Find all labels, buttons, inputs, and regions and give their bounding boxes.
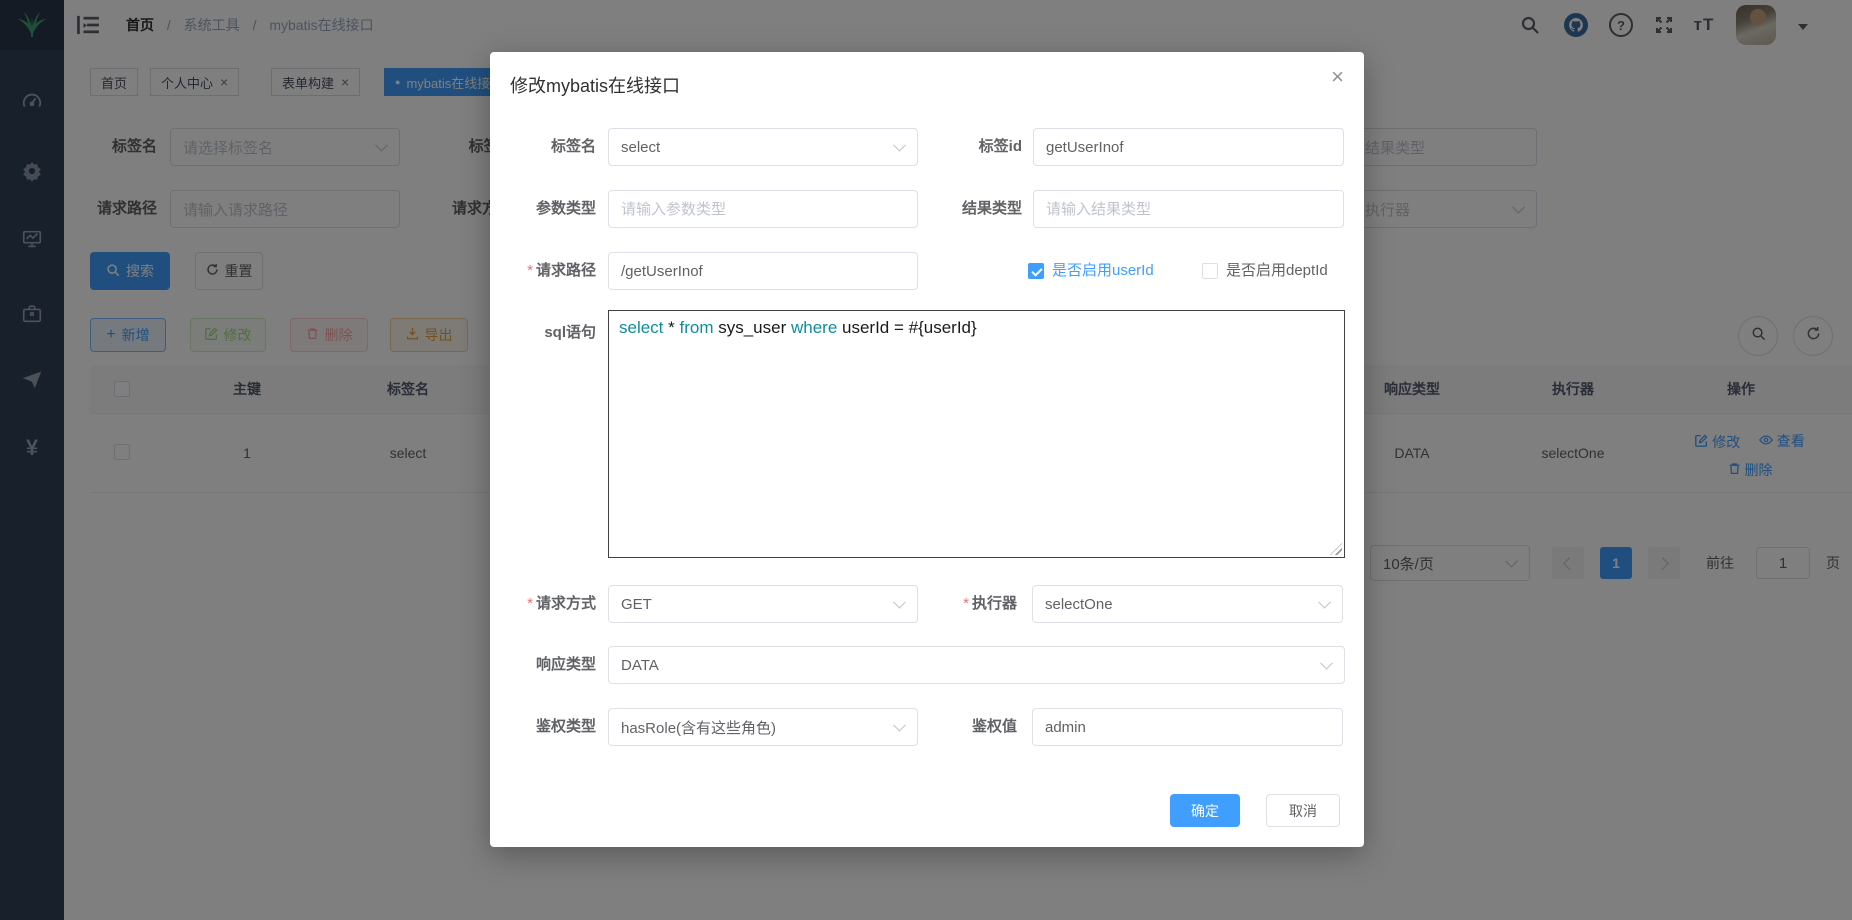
chevron-down-icon [1318,596,1331,609]
dlg-response-type-select[interactable]: DATA [608,646,1345,684]
close-icon[interactable]: × [1331,66,1344,88]
dlg-result-type-input[interactable] [1033,190,1344,228]
dlg-tag-id-label: 标签id [870,128,1022,166]
dlg-sql-label: sql语句 [490,314,596,352]
dlg-result-type-label: 结果类型 [870,190,1022,228]
app-root: ¥ 首页 / 系统工具 / mybatis在线接口 ? тT 首页 个人中心 ×… [0,0,1852,920]
userid-checkbox-label[interactable]: 是否启用userId [1052,252,1154,290]
dlg-method-label: *请求方式 [490,585,596,623]
dlg-path-label: *请求路径 [490,252,596,290]
cancel-button[interactable]: 取消 [1266,794,1340,827]
dlg-auth-type-label: 鉴权类型 [490,708,596,746]
dlg-auth-value-label: 鉴权值 [870,708,1017,746]
required-mark: * [527,595,533,612]
dlg-tag-id-input[interactable] [1033,128,1344,166]
deptid-checkbox[interactable] [1202,263,1218,279]
required-mark: * [527,262,533,279]
dlg-path-input[interactable] [608,252,918,290]
userid-checkbox[interactable] [1028,263,1044,279]
required-mark: * [963,595,969,612]
confirm-button[interactable]: 确定 [1170,794,1240,827]
dlg-tag-name-label: 标签名 [490,128,596,166]
dlg-executor-label: *执行器 [870,585,1017,623]
resize-handle[interactable] [1330,543,1342,555]
dlg-auth-value-input[interactable] [1032,708,1343,746]
chevron-down-icon [1320,657,1333,670]
dlg-executor-select[interactable]: selectOne [1032,585,1343,623]
dialog-title: 修改mybatis在线接口 [510,72,680,98]
dlg-response-type-label: 响应类型 [490,646,596,684]
edit-dialog: 修改mybatis在线接口 × 标签名 select 标签id 参数类型 结果类… [490,52,1364,847]
dlg-param-type-label: 参数类型 [490,190,596,228]
sql-editor[interactable]: select * from sys_user where userId = #{… [608,310,1345,558]
deptid-checkbox-label[interactable]: 是否启用deptId [1226,252,1328,290]
